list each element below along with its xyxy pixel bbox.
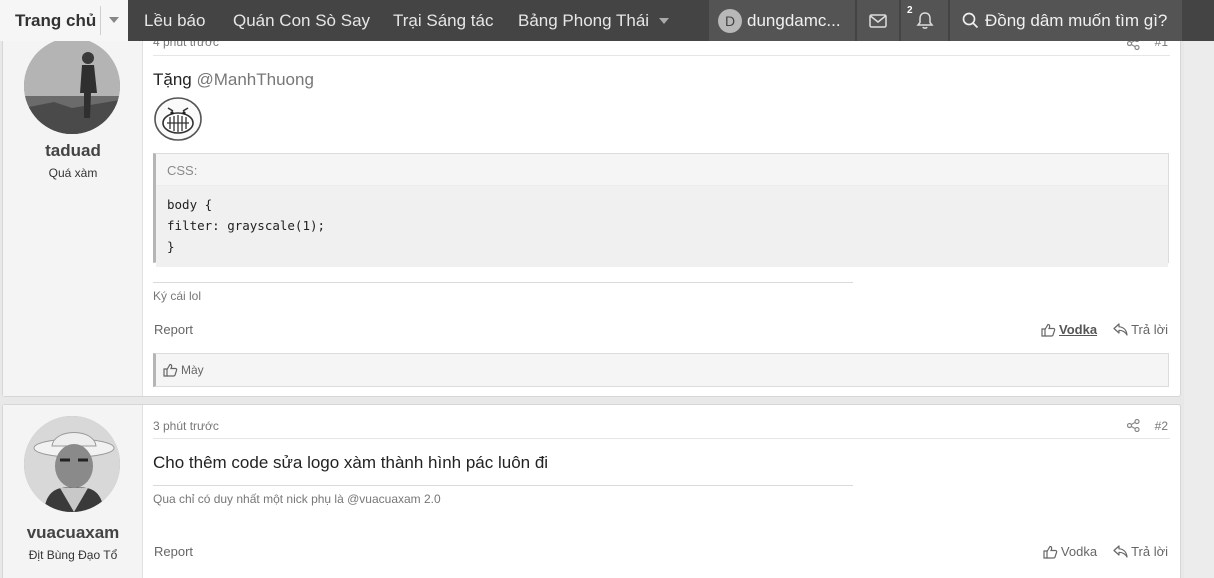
- avatar[interactable]: [24, 38, 120, 134]
- user-title: Địt Bùng Đạo Tổ: [28, 548, 118, 562]
- top-navigation: Trang chủ Lều báo Quán Con Sò Say Trại S…: [0, 0, 1214, 41]
- reply-button[interactable]: Trả lời: [1113, 544, 1168, 559]
- code-line: body {: [167, 197, 213, 212]
- user-title: Quá xàm: [48, 166, 98, 180]
- like-label: Vodka: [1059, 322, 1098, 337]
- reply-icon: [1113, 323, 1128, 336]
- nav-home-label: Trang chủ: [15, 10, 97, 30]
- signature: Ký cái lol: [153, 289, 202, 303]
- post-content: 4 phút trước #1 Tặng @ManhThuong CSS: bo…: [143, 33, 1180, 396]
- post-user-panel: vuacuaxam Địt Bùng Đạo Tổ: [3, 405, 143, 578]
- post-body-text: Tặng: [153, 70, 197, 89]
- nav-link-leu-bao[interactable]: Lều báo: [144, 0, 205, 41]
- report-link[interactable]: Report: [154, 544, 193, 559]
- post-2: vuacuaxam Địt Bùng Đạo Tổ 3 phút trước #…: [2, 404, 1181, 578]
- avatar-photo: [24, 416, 120, 512]
- meta-divider: [153, 55, 1170, 56]
- avatar-photo: [24, 38, 120, 134]
- nav-home-tab[interactable]: Trang chủ: [0, 0, 128, 41]
- search-icon: [962, 12, 979, 29]
- like-button[interactable]: Vodka: [1041, 322, 1097, 337]
- thumbs-up-icon: [163, 363, 178, 377]
- user-mention[interactable]: @ManhThuong: [196, 70, 313, 89]
- post-number[interactable]: #2: [1155, 419, 1168, 433]
- post-body: Tặng @ManhThuong: [153, 70, 314, 90]
- alerts-button[interactable]: 2: [901, 0, 948, 41]
- post-body: Cho thêm code sửa logo xàm thành hình pá…: [153, 453, 549, 472]
- reply-label: Trả lời: [1131, 544, 1168, 559]
- nav-link-bang-phong-thai[interactable]: Bảng Phong Thái: [518, 0, 649, 41]
- username[interactable]: taduad: [3, 141, 143, 161]
- code-block-title: CSS:: [156, 154, 1168, 186]
- code-line: }: [167, 239, 175, 254]
- code-line: filter: grayscale(1);: [167, 218, 326, 233]
- like-button[interactable]: Vodka: [1043, 544, 1097, 559]
- reactions-bar[interactable]: Mày: [153, 353, 1169, 387]
- account-username: dungdamc...: [747, 10, 841, 30]
- signature: Qua chỉ có duy nhất một nick phụ là @vua…: [153, 492, 441, 506]
- avatar[interactable]: [24, 416, 120, 512]
- post-actions: Vodka Trả lời: [1025, 322, 1168, 337]
- post-1: taduad Quá xàm 4 phút trước #1 Tặng @Man…: [2, 32, 1181, 397]
- user-avatar: D: [718, 8, 742, 33]
- reply-button[interactable]: Trả lời: [1113, 322, 1168, 337]
- alerts-count-badge: 2: [907, 5, 913, 16]
- code-block-content[interactable]: body { filter: grayscale(1); }: [156, 186, 1168, 267]
- reply-label: Trả lời: [1131, 322, 1168, 337]
- scrollbar-track[interactable]: [1184, 41, 1214, 578]
- search-placeholder: Đồng dâm muốn tìm gì?: [985, 10, 1168, 30]
- bell-icon: [915, 12, 934, 29]
- thumbs-up-icon: [1043, 545, 1058, 559]
- post-user-panel: taduad Quá xàm: [3, 33, 143, 396]
- nav-link-trai-sang-tac[interactable]: Trại Sáng tác: [393, 0, 493, 41]
- username[interactable]: vuacuaxam: [3, 523, 143, 543]
- nav-home-divider: [100, 6, 101, 35]
- post-timestamp[interactable]: 3 phút trước: [153, 419, 219, 433]
- search-box[interactable]: Đồng dâm muốn tìm gì?: [950, 0, 1182, 41]
- signature-divider: [153, 485, 853, 486]
- meta-divider: [153, 438, 1170, 439]
- chevron-down-icon[interactable]: [109, 17, 119, 23]
- reply-icon: [1113, 545, 1128, 558]
- like-label: Vodka: [1060, 544, 1098, 559]
- post-content: 3 phút trước #2 Cho thêm code sửa logo x…: [143, 405, 1180, 578]
- code-block: CSS: body { filter: grayscale(1); }: [153, 153, 1169, 267]
- nav-link-quan-con-so-say[interactable]: Quán Con Sò Say: [233, 0, 370, 41]
- report-link[interactable]: Report: [154, 322, 193, 337]
- thumbs-up-icon: [1041, 323, 1056, 337]
- emoji-smiley: [154, 97, 202, 141]
- envelope-icon: [869, 13, 887, 28]
- inbox-button[interactable]: [857, 0, 899, 41]
- chevron-down-icon[interactable]: [659, 18, 669, 24]
- share-icon[interactable]: [1127, 419, 1140, 432]
- post-actions: Vodka Trả lời: [1027, 544, 1168, 559]
- reactions-list: Mày: [181, 363, 204, 377]
- signature-divider: [153, 282, 853, 283]
- account-menu[interactable]: D dungdamc...: [709, 0, 855, 41]
